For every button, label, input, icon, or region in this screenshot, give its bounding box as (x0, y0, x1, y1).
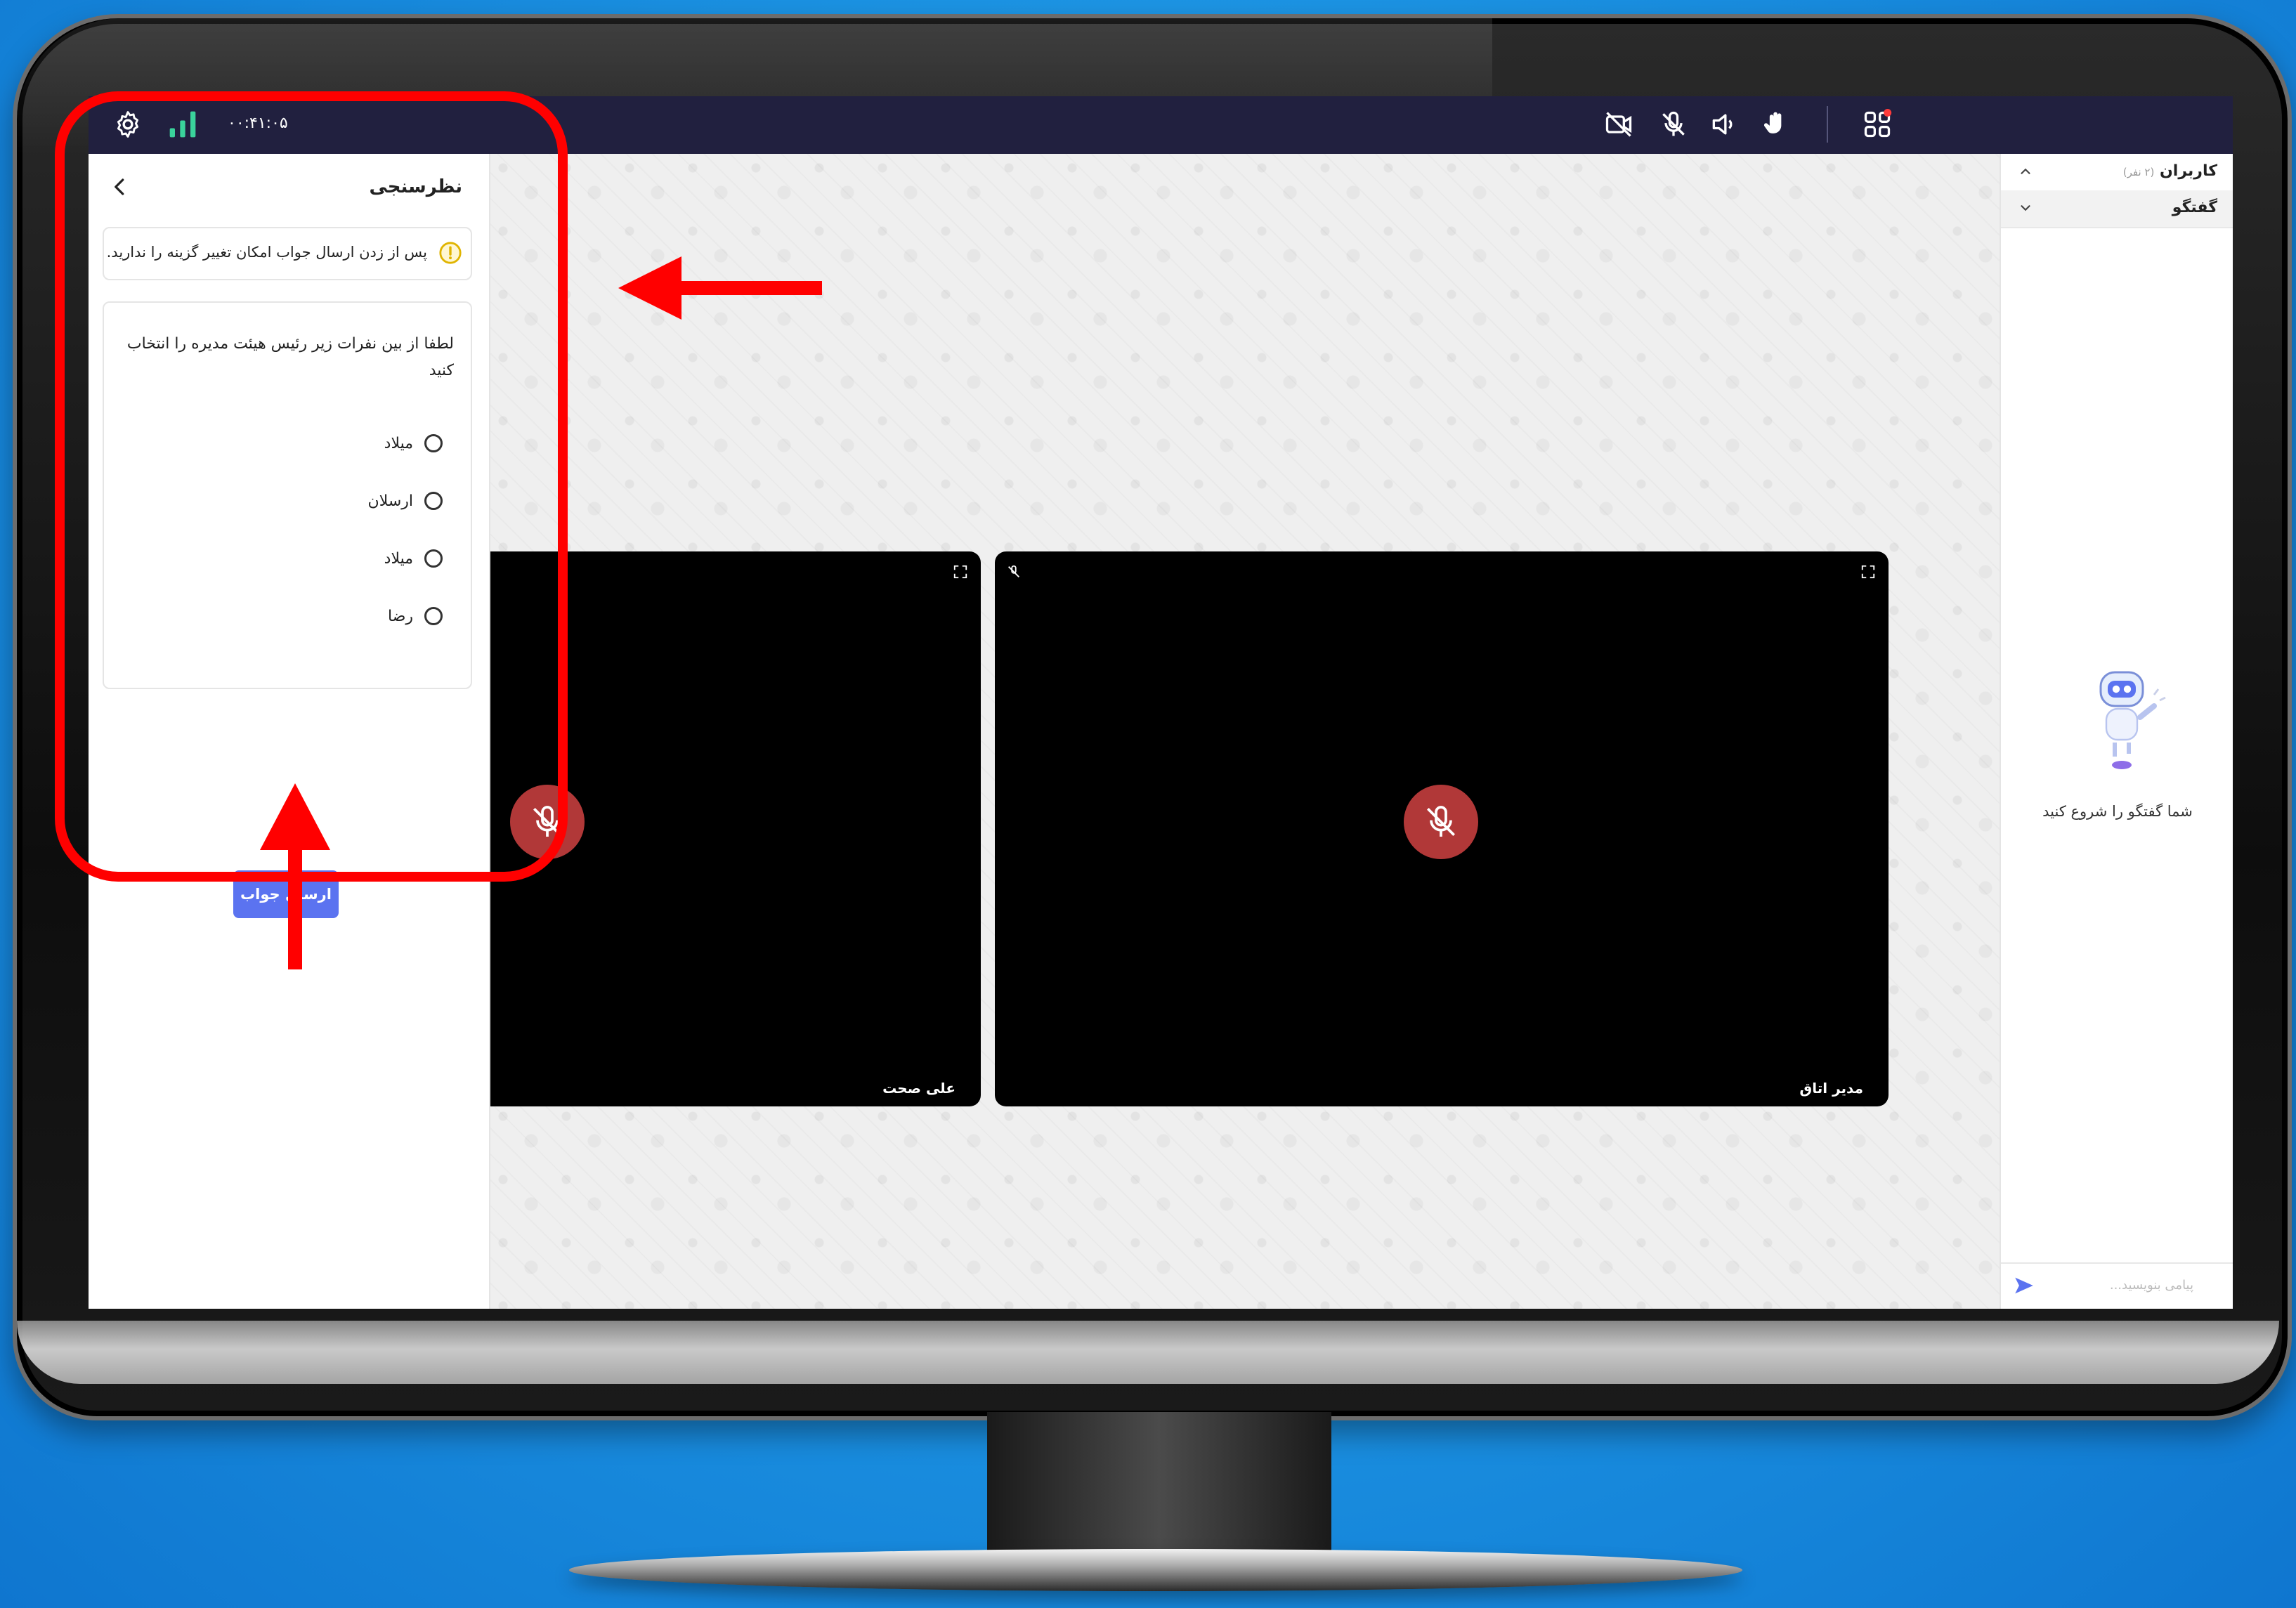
monitor-chin (17, 1321, 2279, 1384)
mic-off-icon (1427, 806, 1455, 837)
sidebar: کاربران (۲ نفر) گفتگو شما گفتگو را شروع … (2000, 154, 2233, 1309)
chat-label: گفتگو (2172, 199, 2217, 216)
robot-mascot-icon (2099, 671, 2166, 769)
users-count: (۲ نفر) (2122, 166, 2155, 178)
highlight-callout (55, 91, 568, 882)
expand-icon[interactable] (953, 564, 968, 580)
muted-mic-badge (1404, 785, 1478, 859)
users-section-header[interactable]: کاربران (۲ نفر) (2001, 154, 2233, 192)
participant-name: مدیر اتاق (1799, 1080, 1863, 1097)
participant-name: علی صحت (882, 1080, 955, 1097)
video-stage: علی صحت مدیر اتاق (475, 154, 2000, 1309)
message-input[interactable]: پیامی بنویسید... (2110, 1278, 2193, 1293)
chat-empty-text: شما گفتگو را شروع کنید (2042, 803, 2193, 820)
raise-hand-icon[interactable] (1761, 109, 1792, 140)
chevron-up-icon[interactable] (2018, 164, 2033, 179)
mic-muted-indicator-icon (1008, 565, 1019, 577)
chat-section-header[interactable]: گفتگو (2001, 190, 2233, 228)
users-label: کاربران (۲ نفر) (2122, 162, 2217, 180)
apps-grid-icon[interactable] (1862, 109, 1893, 140)
video-tile[interactable]: مدیر اتاق (995, 551, 1889, 1106)
chevron-down-icon[interactable] (2018, 200, 2033, 216)
monitor-base (569, 1549, 1742, 1591)
arrow-up-annotation (260, 783, 330, 969)
expand-icon[interactable] (1860, 564, 1876, 580)
mic-off-icon[interactable] (1658, 109, 1689, 140)
camera-off-icon[interactable] (1603, 109, 1634, 140)
toolbar-divider (1827, 106, 1828, 143)
arrow-left-annotation (618, 256, 822, 320)
speaker-icon[interactable] (1709, 109, 1740, 140)
monitor-neck (987, 1412, 1331, 1553)
send-icon[interactable] (2012, 1274, 2036, 1297)
message-composer[interactable]: پیامی بنویسید... (2001, 1262, 2233, 1309)
